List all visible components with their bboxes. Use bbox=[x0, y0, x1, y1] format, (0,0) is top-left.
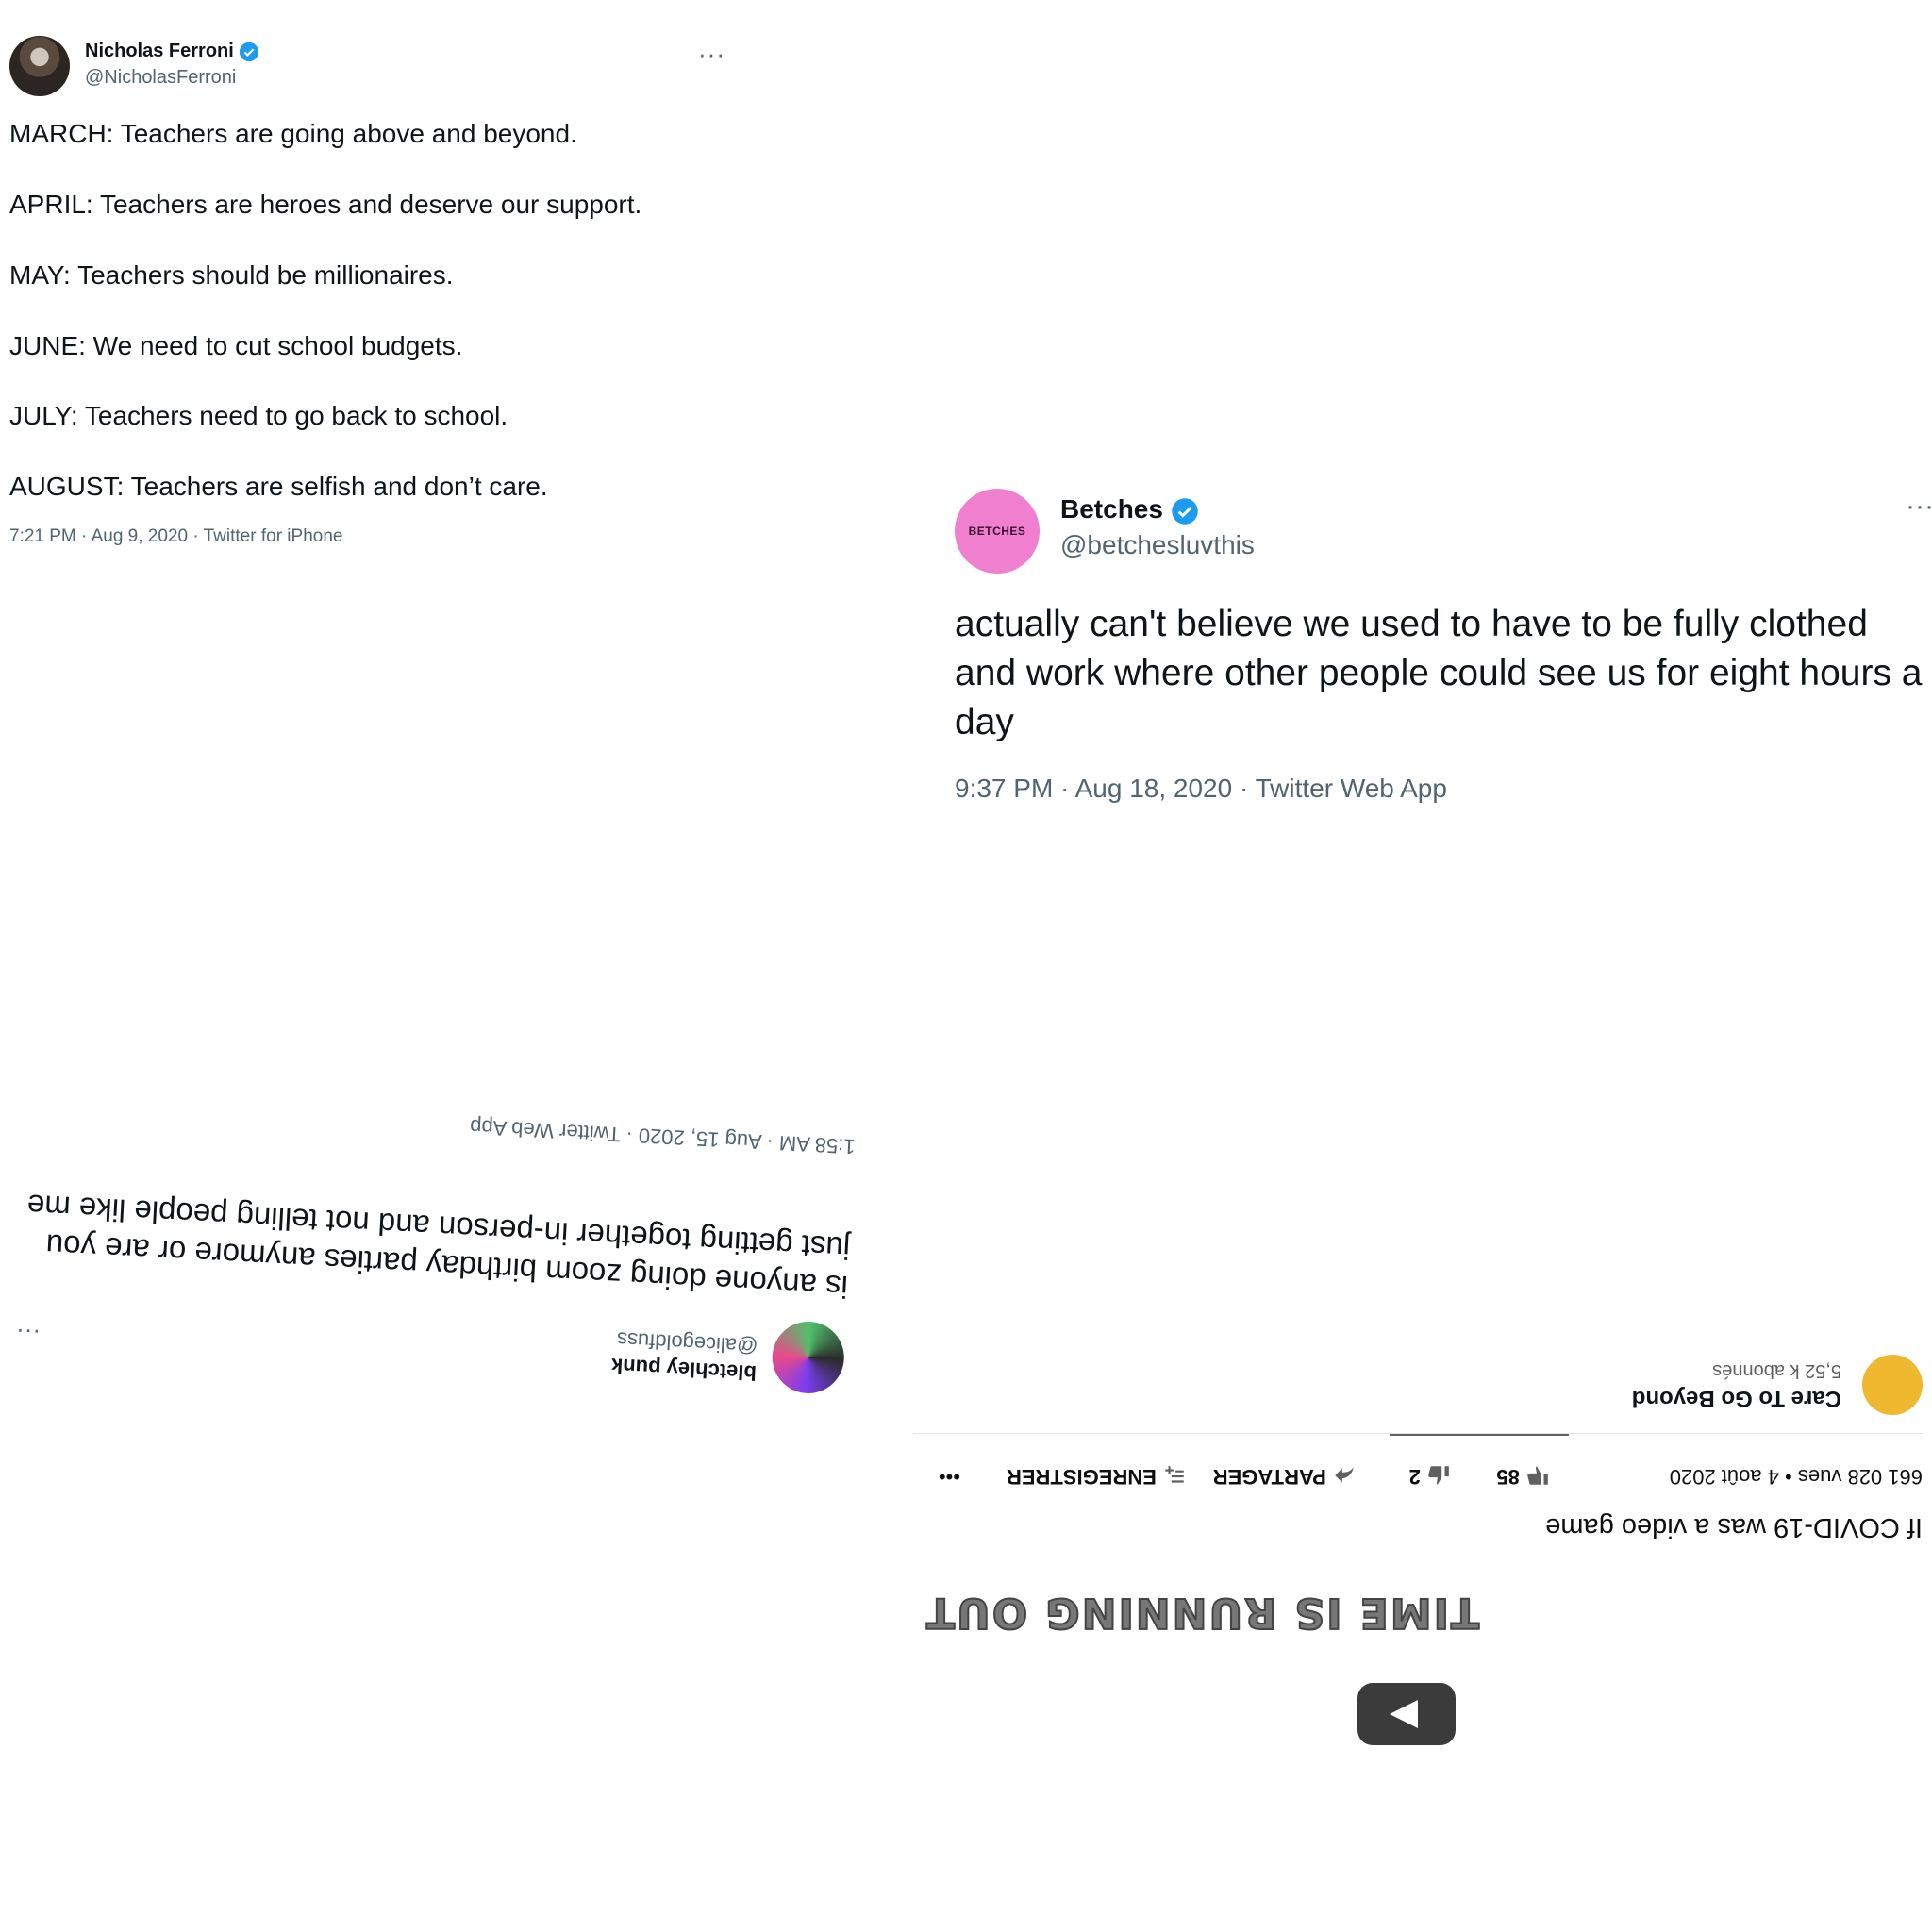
verified-badge-icon bbox=[240, 42, 259, 61]
tweet-line: JULY: Teachers need to go back to school… bbox=[9, 401, 508, 430]
tweet-timestamp[interactable]: 9:37 PM · Aug 18, 2020 · Twitter Web App bbox=[955, 774, 1447, 804]
thumbs-up-icon bbox=[1428, 1466, 1449, 1485]
tweet-betches[interactable]: BETCHES Betches @betchesluvthis ··· actu… bbox=[943, 472, 1932, 830]
tweet-bletchley-punk[interactable]: bletchley punk @alicegoldfuss ··· is any… bbox=[0, 1015, 876, 1419]
tweet-handle[interactable]: @betchesluvthis bbox=[1060, 530, 1255, 560]
channel-subscribers: 5,52 k abonnés bbox=[1712, 1360, 1841, 1381]
tweet-author-name[interactable]: Betches bbox=[1060, 494, 1199, 525]
more-actions-icon[interactable]: ••• bbox=[939, 1464, 960, 1489]
divider bbox=[913, 1433, 1923, 1434]
avatar[interactable] bbox=[770, 1320, 846, 1395]
tweet-author-name[interactable]: bletchley punk bbox=[610, 1353, 757, 1385]
tweet-nicholas-ferroni[interactable]: Nicholas Ferroni @NicholasFerroni ··· MA… bbox=[0, 0, 745, 566]
view-count: 661 028 vues • 4 août 2020 bbox=[1669, 1465, 1923, 1489]
tweet-line: MARCH: Teachers are going above and beyo… bbox=[9, 119, 577, 148]
avatar[interactable] bbox=[9, 36, 70, 96]
share-icon bbox=[1335, 1467, 1354, 1483]
share-button[interactable]: PARTAGER bbox=[1213, 1463, 1357, 1489]
avatar[interactable]: BETCHES bbox=[955, 489, 1040, 574]
save-button[interactable]: ENREGISTRER bbox=[1007, 1463, 1187, 1489]
verified-badge-icon bbox=[1171, 497, 1198, 525]
tweet-line: APRIL: Teachers are heroes and deserve o… bbox=[9, 190, 642, 219]
avatar-logo-text: BETCHES bbox=[968, 525, 1026, 538]
tweet-text: actually can't believe we used to have t… bbox=[955, 604, 1923, 742]
tweet-line: JUNE: We need to cut school budgets. bbox=[9, 331, 463, 360]
video-title[interactable]: If COVID-19 was a video game bbox=[1545, 1511, 1923, 1542]
tweet-author-name[interactable]: Nicholas Ferroni bbox=[85, 41, 259, 62]
tweet-handle[interactable]: @NicholasFerroni bbox=[85, 67, 236, 89]
video-overlay-title: TIME IS RUNNING OUT bbox=[924, 1588, 1480, 1638]
thumbs-down-icon bbox=[1527, 1466, 1548, 1485]
channel-avatar[interactable] bbox=[1862, 1355, 1923, 1415]
save-playlist-icon bbox=[1165, 1466, 1184, 1483]
like-button[interactable]: 2 bbox=[1409, 1463, 1451, 1489]
channel-name[interactable]: Care To Go Beyond bbox=[1632, 1385, 1841, 1411]
more-options-icon[interactable]: ··· bbox=[1906, 491, 1932, 523]
tweet-timestamp[interactable]: 1:58 AM · Aug 15, 2020 · Twitter Web App bbox=[470, 1114, 857, 1158]
more-options-icon[interactable]: ··· bbox=[698, 40, 725, 69]
tweet-line: AUGUST: Teachers are selfish and don’t c… bbox=[9, 472, 548, 501]
video-actions-bar: 661 028 vues • 4 août 2020 85 2 PARTAGER… bbox=[913, 1451, 1923, 1489]
more-options-icon[interactable]: ··· bbox=[15, 1317, 42, 1347]
tweet-text: is anyone doing zoom birthday parties an… bbox=[25, 1188, 851, 1306]
tweet-timestamp[interactable]: 7:21 PM · Aug 9, 2020 · Twitter for iPho… bbox=[9, 526, 342, 547]
youtube-video-card[interactable]: TIME IS RUNNING OUT If COVID-19 was a vi… bbox=[896, 1340, 1932, 1830]
tweet-line: MAY: Teachers should be millionaires. bbox=[9, 260, 454, 290]
play-button-icon[interactable] bbox=[1357, 1683, 1456, 1745]
dislike-button[interactable]: 85 bbox=[1496, 1463, 1550, 1489]
